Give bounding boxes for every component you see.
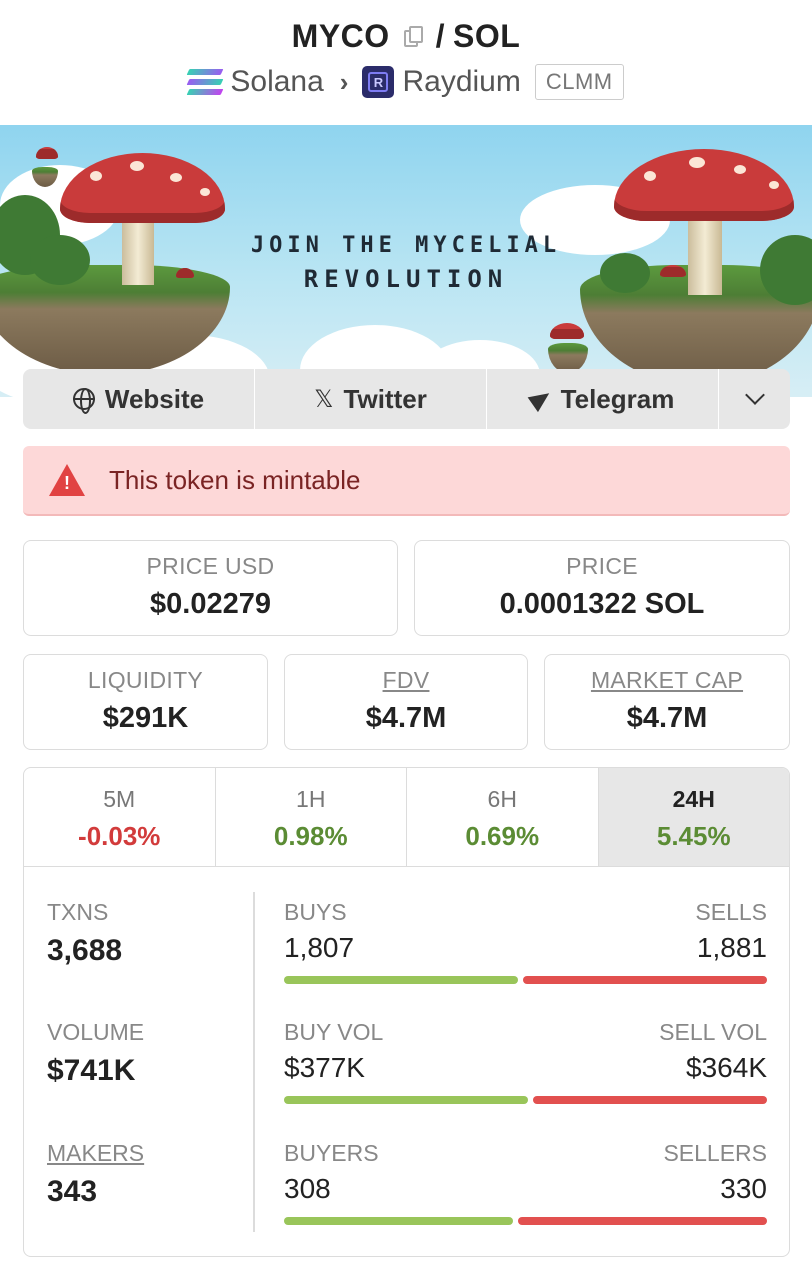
sell-vol-bar-segment [532,1096,767,1104]
tab-24h[interactable]: 24H 5.45% [598,768,789,866]
twitter-label: Twitter [343,383,427,414]
twitter-link-button[interactable]: 𝕏 Twitter [255,369,487,429]
volume-label: VOLUME [47,1019,145,1045]
timeframe-stats-card: 5M -0.03% 1H 0.98% 6H 0.69% 24H 5.45% TX… [23,767,790,1257]
buy-vol-bar-segment [284,1096,528,1104]
trade-metrics: TXNS 3,688 VOLUME $741K MAKERS 343 BUYS … [24,867,789,1256]
buy-bar-segment [284,976,519,984]
pool-type-badge: CLMM [534,64,624,100]
token-banner-image: JOIN THE MYCELIAL REVOLUTION [0,125,812,397]
makers-metric: MAKERS 343 [47,1140,144,1209]
base-token-symbol: MYCO [291,18,390,54]
buys-sells-metric: BUYS SELLS 1,807 1,881 [284,899,767,984]
raydium-icon: R [362,66,395,98]
telegram-label: Telegram [560,383,675,414]
timeframe-tabs: 5M -0.03% 1H 0.98% 6H 0.69% 24H 5.45% [24,768,789,867]
chain-dex-breadcrumb: Solana › R Raydium CLMM [0,64,812,100]
dex-name[interactable]: Raydium [402,65,520,99]
social-links-bar: Website 𝕏 Twitter Telegram [23,369,790,429]
copy-icon[interactable] [402,25,424,48]
price-native-value: 0.0001322 SOL [499,588,705,620]
sells-label: SELLS [695,899,767,925]
x-logo-icon: 𝕏 [314,385,334,413]
txns-metric: TXNS 3,688 [47,899,122,968]
txns-label: TXNS [47,899,109,925]
price-change: 0.98% [273,821,348,851]
market-cap-value: $4.7M [626,702,708,734]
fdv-box: FDV $4.7M [284,654,528,750]
buyers-value: 308 [284,1173,331,1204]
quote-token-symbol: SOL [453,18,521,54]
volume-split-metric: BUY VOL SELL VOL $377K $364K [284,1019,767,1104]
buyers-sellers-bar [284,1217,767,1225]
globe-icon [72,388,95,414]
liquidity-label: LIQUIDITY [87,667,204,693]
liquidity-value: $291K [102,702,189,734]
chevron-down-icon [744,385,765,405]
market-cap-box: MARKET CAP $4.7M [544,654,790,750]
price-usd-value: $0.02279 [150,588,271,620]
price-native-box: PRICE 0.0001322 SOL [414,540,790,636]
tab-label: 1H [296,786,326,812]
more-links-button[interactable] [719,369,790,429]
telegram-link-button[interactable]: Telegram [487,369,719,429]
buyers-sellers-metric: BUYERS SELLERS 308 330 [284,1140,767,1225]
buys-label: BUYS [284,899,347,925]
buys-value: 1,807 [284,932,355,963]
price-native-label: PRICE [566,553,638,579]
banner-tagline: JOIN THE MYCELIAL [250,233,562,258]
chevron-right-icon: › [339,66,349,97]
tab-1h[interactable]: 1H 0.98% [216,768,407,866]
liquidity-box: LIQUIDITY $291K [23,654,268,750]
sellers-label: SELLERS [663,1140,767,1166]
sell-bar-segment [523,976,767,984]
tab-label: 24H [672,786,715,812]
metrics-divider [253,892,255,1232]
telegram-icon [527,385,555,413]
pair-separator: / [435,18,446,54]
solana-icon [186,69,224,95]
volume-value: $741K [47,1054,136,1087]
sellers-bar-segment [518,1217,767,1225]
tab-6h[interactable]: 6H 0.69% [407,768,599,866]
warning-text: This token is mintable [109,464,361,495]
volume-metric: VOLUME $741K [47,1019,144,1088]
sell-vol-label: SELL VOL [659,1019,767,1045]
pair-title: MYCO / SOL [0,18,812,55]
chain-name[interactable]: Solana [230,65,323,99]
sells-value: 1,881 [696,932,767,963]
sell-vol-value: $364K [686,1052,767,1083]
website-link-button[interactable]: Website [23,369,255,429]
txns-value: 3,688 [47,934,123,967]
price-change: -0.03% [78,821,161,851]
fdv-value: $4.7M [365,702,447,734]
makers-value: 343 [47,1175,98,1208]
buyers-label: BUYERS [284,1140,379,1166]
tab-label: 5M [103,786,136,812]
price-change: 0.69% [465,821,540,851]
website-label: Website [104,383,205,414]
volume-split-bar [284,1096,767,1104]
market-cap-label[interactable]: MARKET CAP [545,667,789,694]
banner-headline: REVOLUTION [303,265,509,293]
price-change: 5.45% [656,821,731,851]
pair-header: MYCO / SOL Solana › R Raydium CLMM [0,0,812,125]
tab-5m[interactable]: 5M -0.03% [24,768,216,866]
makers-label[interactable]: MAKERS [47,1140,144,1167]
price-usd-label: PRICE USD [146,553,275,579]
sellers-value: 330 [720,1173,767,1204]
buyers-bar-segment [284,1217,514,1225]
buys-sells-bar [284,976,767,984]
mintable-warning: ! This token is mintable [23,446,790,516]
tab-label: 6H [487,786,517,812]
fdv-label[interactable]: FDV [285,667,527,694]
buy-vol-label: BUY VOL [284,1019,384,1045]
warning-icon: ! [49,464,85,496]
price-usd-box: PRICE USD $0.02279 [23,540,398,636]
buy-vol-value: $377K [284,1052,365,1083]
